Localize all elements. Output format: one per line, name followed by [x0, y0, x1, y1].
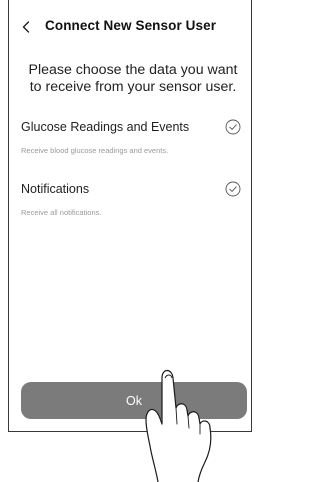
option-title: Notifications — [21, 182, 90, 196]
phone-screen: Connect New Sensor User Please choose th… — [8, 0, 252, 432]
check-circle-icon[interactable] — [225, 119, 241, 135]
back-button[interactable] — [17, 16, 35, 38]
option-title: Glucose Readings and Events — [21, 120, 190, 134]
chevron-left-icon — [22, 21, 30, 33]
ok-button-label: Ok — [126, 393, 142, 408]
ok-button[interactable]: Ok — [21, 382, 247, 419]
option-notifications[interactable]: Notifications Receive all notifications. — [21, 181, 241, 217]
check-circle-icon[interactable] — [225, 181, 241, 197]
option-subtitle: Receive all notifications. — [21, 208, 102, 217]
header: Connect New Sensor User — [9, 0, 251, 56]
option-subtitle: Receive blood glucose readings and event… — [21, 146, 169, 155]
intro-text: Please choose the data you want to recei… — [28, 62, 238, 95]
option-glucose-readings[interactable]: Glucose Readings and Events Receive bloo… — [21, 119, 241, 155]
page-title: Connect New Sensor User — [45, 18, 217, 33]
